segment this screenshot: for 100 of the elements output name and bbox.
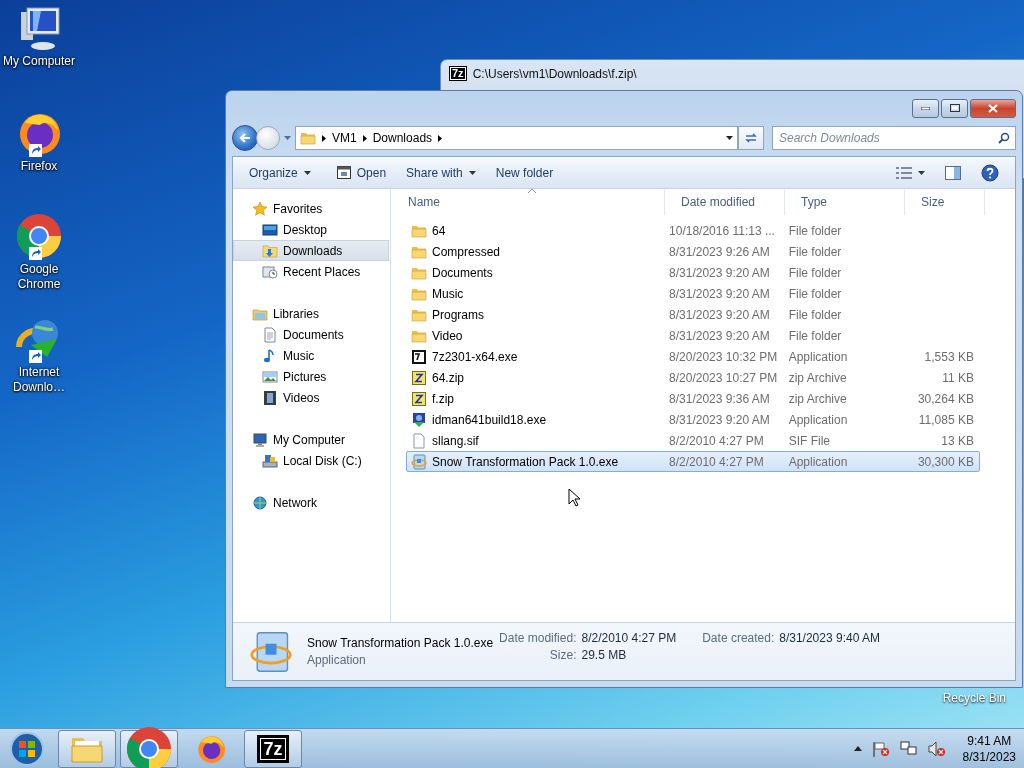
breadcrumb-arrow-icon[interactable] (438, 134, 443, 142)
file-name: 64.zip (432, 370, 465, 385)
file-row[interactable]: Video 8/31/2023 9:20 AM File folder (406, 325, 980, 346)
desktop-icon-label[interactable]: Google Chrome (1, 262, 77, 292)
clock-date: 8/31/2023 (962, 748, 1016, 765)
refresh-button[interactable] (738, 126, 764, 150)
preview-pane-icon (945, 165, 961, 180)
nav-item[interactable]: Music (233, 345, 389, 366)
breadcrumb-item[interactable]: Downloads (372, 131, 433, 145)
archiver-logo: 7z (257, 734, 289, 763)
file-name: Video (432, 328, 463, 343)
desktop-icon-label[interactable]: Firefox (1, 159, 77, 174)
show-hidden-icons-icon[interactable] (853, 746, 862, 751)
close-button[interactable] (970, 98, 1016, 118)
nav-item-label: Downloads (283, 243, 343, 258)
taskbar-button[interactable]: 7z (244, 729, 302, 768)
nav-item-label: Network (273, 495, 317, 510)
file-row[interactable]: 7z2301-x64.exe 8/20/2023 10:32 PM Application 1,553 KB (406, 346, 980, 367)
minimize-button[interactable] (912, 98, 939, 118)
detail-label: Size: (548, 648, 577, 662)
file-row[interactable]: 64 10/18/2016 11:13 ... File folder (406, 220, 980, 241)
file-row[interactable]: sllang.sif 8/2/2010 4:27 PM SIF File 13 KB (406, 430, 980, 451)
column-header[interactable]: Type (785, 189, 905, 215)
speaker-muted-icon[interactable] (927, 740, 946, 757)
desktop-icon-label[interactable]: My Computer (1, 54, 77, 69)
file-type: Application (788, 454, 848, 469)
nav-item-label: My Computer (273, 432, 346, 447)
list-view-icon (896, 166, 912, 179)
file-size: 30,300 KB (917, 454, 974, 469)
address-bar[interactable]: VM1 Downloads (295, 126, 738, 150)
column-header[interactable]: Date modified (665, 189, 785, 215)
nav-group-item[interactable]: Network (233, 492, 389, 513)
downloads-folder-icon (262, 242, 278, 259)
network-icon[interactable] (899, 740, 918, 757)
file-type: Application (788, 412, 848, 427)
installer-icon (411, 411, 427, 428)
file-name: 64 (432, 223, 446, 238)
toolbar-button[interactable]: New folder (487, 161, 562, 184)
detail-value: 29.5 MB (581, 648, 628, 662)
toolbar-button[interactable]: Open (328, 161, 395, 184)
selected-file-type: Application (307, 653, 367, 667)
date-modified: 8/20/2023 10:27 PM (669, 370, 778, 385)
file-name: Programs (432, 307, 484, 322)
file-name: idman641build18.exe (432, 412, 547, 427)
file-type: File folder (788, 328, 842, 343)
nav-item[interactable]: Pictures (233, 366, 389, 387)
date-modified: 8/31/2023 9:20 AM (669, 412, 770, 427)
nav-item[interactable]: Desktop (233, 219, 389, 240)
search-icon (998, 132, 1010, 144)
file-row[interactable]: idman641build18.exe 8/31/2023 9:20 AM Application 11,085 KB (406, 409, 980, 430)
maximize-icon (949, 104, 960, 112)
selected-file-name: Snow Transformation Pack 1.0.exe (307, 636, 494, 650)
file-row[interactable]: Programs 8/31/2023 9:20 AM File folder (406, 304, 980, 325)
mouse-pointer-icon (568, 488, 580, 507)
taskbar-button[interactable] (120, 729, 178, 768)
nav-item-label: Pictures (283, 369, 327, 384)
breadcrumb-item[interactable]: VM1 (332, 131, 357, 145)
file-size: 13 KB (941, 433, 974, 448)
desktop-icon-label[interactable]: Internet Downlo… (1, 365, 77, 395)
column-header[interactable]: Name (392, 189, 665, 215)
clock[interactable]: 9:41 AM 8/31/2023 (962, 732, 1016, 765)
breadcrumb-arrow-icon[interactable] (362, 134, 367, 142)
file-row[interactable]: Snow Transformation Pack 1.0.exe 8/2/2010 4:27 PM Application 30,300 KB (406, 451, 980, 472)
nav-item-label: Music (283, 348, 315, 363)
nav-item[interactable]: Local Disk (C:) (233, 450, 389, 471)
file-name: Music (432, 286, 464, 301)
file-row[interactable]: 64.zip 8/20/2023 10:27 PM zip Archive 11 KB (406, 367, 980, 388)
nav-group-item[interactable]: My Computer (233, 429, 389, 450)
nav-item-label: Documents (283, 327, 344, 342)
nav-item[interactable]: Videos (233, 387, 389, 408)
nav-group-item[interactable]: Favorites (233, 198, 389, 219)
file-type: zip Archive (788, 370, 847, 385)
toolbar-button[interactable]: Organize (241, 161, 319, 184)
blank-file-icon (411, 432, 427, 449)
detail-value: 8/2/2010 4:27 PM (581, 631, 677, 645)
file-row[interactable]: f.zip 8/31/2023 9:36 AM zip Archive 30,264 KB (406, 388, 980, 409)
maximize-button[interactable] (941, 98, 968, 118)
file-row[interactable]: Compressed 8/31/2023 9:26 AM File folder (406, 241, 980, 262)
taskbar-button[interactable] (58, 729, 116, 768)
setup-icon (411, 453, 427, 470)
detail-label: Date created: (702, 631, 775, 645)
file-size: 11,085 KB (918, 412, 974, 427)
column-header[interactable]: Size (905, 189, 985, 215)
nav-item-label: Recent Places (283, 264, 361, 279)
nav-item[interactable]: Recent Places (233, 261, 389, 282)
file-type: File folder (788, 223, 842, 238)
zip-file-icon (411, 390, 427, 407)
nav-group-item[interactable]: Libraries (233, 303, 389, 324)
back-button[interactable] (232, 125, 258, 151)
toolbar-button[interactable]: Share with (398, 161, 484, 184)
file-row[interactable]: Music 8/31/2023 9:20 AM File folder (406, 283, 980, 304)
pictures-icon (262, 368, 278, 385)
nav-item[interactable]: Downloads (233, 240, 389, 261)
nav-item[interactable]: Documents (233, 324, 389, 345)
chrome-icon (15, 212, 63, 260)
date-modified: 8/31/2023 9:36 AM (669, 391, 770, 406)
flag-icon[interactable] (871, 740, 890, 757)
file-row[interactable]: Documents 8/31/2023 9:20 AM File folder (406, 262, 980, 283)
breadcrumb-arrow-icon[interactable] (322, 134, 326, 142)
search-field[interactable]: Search Downloads (772, 126, 1016, 150)
